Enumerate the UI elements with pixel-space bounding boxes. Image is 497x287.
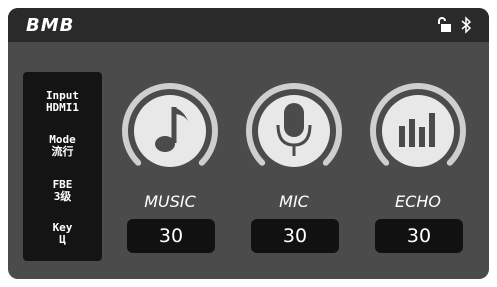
fbe-value: 3级	[53, 190, 72, 203]
brand-logo: BMB	[26, 15, 75, 36]
music-value[interactable]: 30	[127, 219, 215, 253]
input-value: HDMI1	[45, 101, 80, 114]
top-bar: BMB	[8, 8, 489, 42]
echo-knob[interactable]	[368, 81, 468, 181]
echo-label: ECHO	[395, 192, 441, 211]
music-label: MUSIC	[144, 192, 196, 211]
status-panel: Input HDMI1 Mode 流行 FBE 3级 Key Ц	[23, 72, 102, 261]
music-knob[interactable]	[120, 81, 220, 181]
mic-label: MIC	[279, 192, 309, 211]
mode-value: 流行	[51, 145, 74, 158]
bluetooth-icon[interactable]	[460, 16, 472, 34]
unlocked-padlock-icon[interactable]	[436, 17, 452, 33]
echo-value[interactable]: 30	[375, 219, 463, 253]
mic-value[interactable]: 30	[251, 219, 339, 253]
mic-knob[interactable]	[244, 81, 344, 181]
key-value: Ц	[59, 233, 66, 246]
app-window: BMB Input HDMI1 Mode 流行 FBE 3级 Key Ц MUS…	[8, 8, 489, 279]
